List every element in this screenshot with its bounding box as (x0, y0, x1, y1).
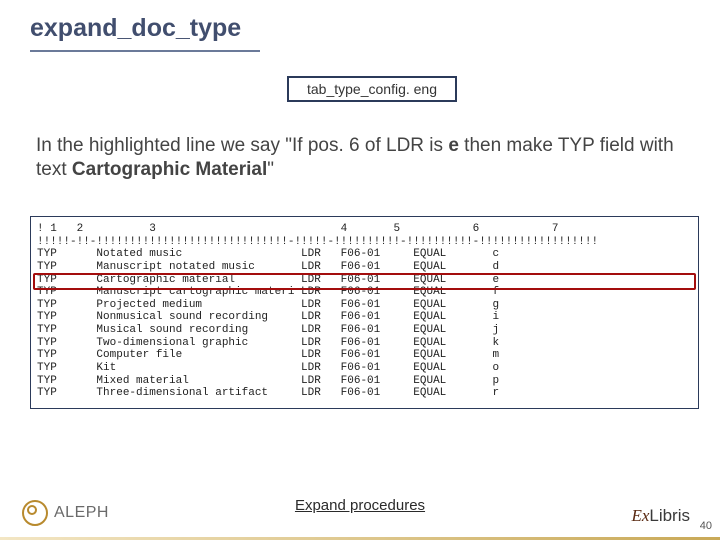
aleph-logo: ALEPH (22, 500, 109, 526)
description-text: In the highlighted line we say "If pos. … (36, 134, 676, 182)
aleph-logo-icon (22, 500, 48, 526)
config-table-content: ! 1 2 3 4 5 6 7 !!!!!-!!-!!!!!!!!!!!!!!!… (37, 223, 692, 400)
exlibris-prefix: Ex (631, 506, 649, 525)
exlibris-suffix: Libris (649, 506, 690, 525)
page-number: 40 (700, 520, 712, 532)
config-table: ! 1 2 3 4 5 6 7 !!!!!-!!-!!!!!!!!!!!!!!!… (30, 216, 699, 409)
file-name-box: tab_type_config. eng (287, 76, 457, 102)
page-title: expand_doc_type (30, 14, 241, 43)
title-underline (30, 50, 260, 52)
exlibris-logo: ExLibris (631, 506, 690, 526)
aleph-logo-text: ALEPH (54, 504, 109, 522)
